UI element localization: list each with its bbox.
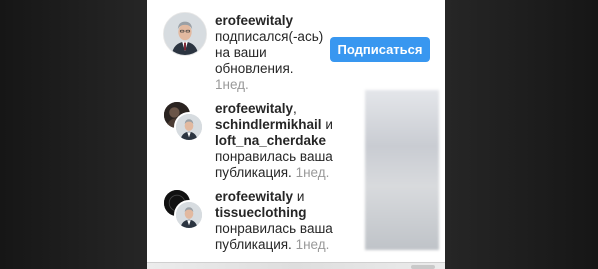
username-link[interactable]: loft_na_cherdake [215, 133, 326, 148]
portrait-icon [164, 13, 206, 55]
username-link[interactable]: erofeewitaly [215, 189, 293, 204]
username-link[interactable]: erofeewitaly [215, 101, 293, 116]
user-avatar[interactable] [163, 12, 207, 56]
portrait-icon [176, 114, 202, 140]
left-backdrop [0, 0, 147, 269]
action-text: подписался(-ась) на ваши обновления. [215, 29, 324, 76]
next-thumbnail-edge [411, 265, 435, 269]
joiner-text: и [296, 189, 305, 204]
username-link[interactable]: erofeewitaly [215, 13, 293, 28]
user-avatar-front[interactable] [174, 112, 204, 142]
right-backdrop [445, 0, 598, 269]
timestamp: 1нед. [295, 165, 330, 180]
notification-text: erofeewitaly, schindlermikhail и loft_na… [215, 101, 333, 180]
username-link[interactable]: schindlermikhail [215, 117, 322, 132]
activity-panel: erofeewitaly подписался(-ась) на ваши об… [147, 0, 445, 269]
notification-text: erofeewitaly подписался(-ась) на ваши об… [215, 13, 327, 93]
follow-button[interactable]: Подписаться [330, 37, 430, 62]
next-item-edge [147, 262, 445, 269]
portrait-icon [176, 202, 202, 228]
post-thumbnail[interactable] [365, 90, 439, 250]
timestamp: 1нед. [215, 77, 249, 92]
notification-text: erofeewitaly и tissueclothing понравилас… [215, 189, 360, 253]
user-avatar-front[interactable] [174, 200, 204, 230]
username-link[interactable]: tissueclothing [215, 205, 307, 220]
joiner-text: и [325, 117, 333, 132]
timestamp: 1нед. [295, 237, 330, 252]
